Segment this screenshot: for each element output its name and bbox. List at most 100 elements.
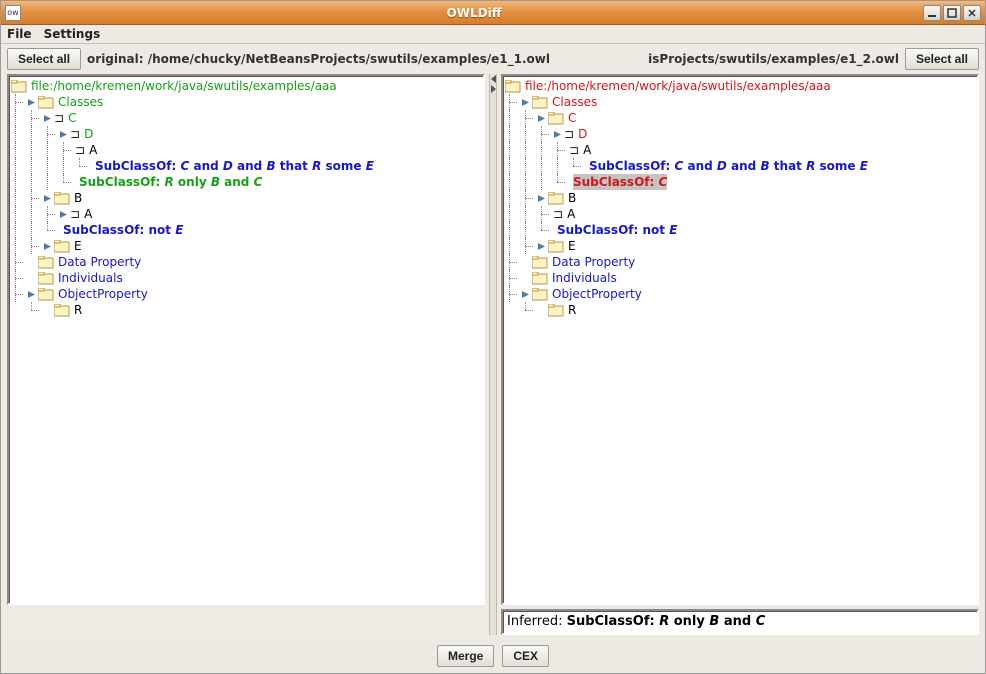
class-icon: ⊐ <box>70 206 80 222</box>
class-b-node[interactable]: B <box>505 190 975 206</box>
toggle-icon[interactable] <box>537 242 546 251</box>
axiom-text: SubClassOf: C and D and B that R some E <box>589 158 868 174</box>
collapse-left-icon[interactable] <box>491 75 496 83</box>
folder-icon <box>548 240 564 253</box>
right-pane: file:/home/kremen/work/java/swutils/exam… <box>501 74 979 635</box>
select-all-right-button[interactable]: Select all <box>905 48 979 70</box>
folder-icon <box>548 192 564 205</box>
class-icon: ⊐ <box>75 142 85 158</box>
merge-button[interactable]: Merge <box>437 645 494 667</box>
window-controls <box>923 5 981 21</box>
toggle-icon[interactable] <box>537 114 546 123</box>
class-a-node[interactable]: ⊐ A <box>11 206 481 222</box>
classes-node[interactable]: Classes <box>11 94 481 110</box>
original-path-right: isProjects/swutils/examples/e1_2.owl <box>648 52 899 66</box>
class-b-node[interactable]: B <box>11 190 481 206</box>
axiom-text: SubClassOf: not E <box>557 222 677 238</box>
individuals-node[interactable]: Individuals <box>11 270 481 286</box>
maximize-button[interactable] <box>943 5 961 21</box>
class-a-node[interactable]: ⊐ A <box>11 142 481 158</box>
folder-icon <box>38 256 54 269</box>
toggle-icon[interactable] <box>59 130 68 139</box>
tree-root[interactable]: file:/home/kremen/work/java/swutils/exam… <box>505 78 975 94</box>
menu-file[interactable]: File <box>7 27 32 41</box>
bottom-bar: Merge CEX <box>1 639 985 673</box>
menu-settings[interactable]: Settings <box>44 27 101 41</box>
toggle-icon[interactable] <box>553 130 562 139</box>
toggle-icon[interactable] <box>521 98 530 107</box>
cex-button[interactable]: CEX <box>502 645 549 667</box>
axiom-text: SubClassOf: C and D and B that R some E <box>95 158 374 174</box>
axiom-text: SubClassOf: C <box>573 174 667 190</box>
folder-icon <box>532 96 548 109</box>
select-all-left-button[interactable]: Select all <box>7 48 81 70</box>
collapse-right-icon[interactable] <box>491 85 496 93</box>
folder-icon <box>54 304 70 317</box>
axiom-row[interactable]: SubClassOf: not E <box>505 222 975 238</box>
original-path-left: original: /home/chucky/NetBeansProjects/… <box>87 52 550 66</box>
toggle-icon[interactable] <box>43 114 52 123</box>
class-c-node[interactable]: ⊐ C <box>11 110 481 126</box>
object-property-node[interactable]: ObjectProperty <box>11 286 481 302</box>
class-e-node[interactable]: E <box>505 238 975 254</box>
menubar: File Settings <box>1 25 985 44</box>
folder-icon <box>38 96 54 109</box>
folder-icon <box>505 80 521 93</box>
individuals-node[interactable]: Individuals <box>505 270 975 286</box>
class-icon: ⊐ <box>54 110 64 126</box>
axiom-text: SubClassOf: R only B and C <box>79 174 262 190</box>
data-property-node[interactable]: Data Property <box>505 254 975 270</box>
inferred-panel: Inferred: SubClassOf: R only B and C <box>501 609 979 635</box>
right-tree[interactable]: file:/home/kremen/work/java/swutils/exam… <box>501 74 979 605</box>
axiom-row-selected[interactable]: SubClassOf: C <box>505 174 975 190</box>
toggle-icon[interactable] <box>43 242 52 251</box>
class-c-node[interactable]: C <box>505 110 975 126</box>
folder-icon <box>548 304 564 317</box>
tree-root[interactable]: file:/home/kremen/work/java/swutils/exam… <box>11 78 481 94</box>
class-a-node[interactable]: ⊐ A <box>505 206 975 222</box>
folder-icon <box>54 240 70 253</box>
axiom-row[interactable]: SubClassOf: C and D and B that R some E <box>505 158 975 174</box>
class-a-node[interactable]: ⊐ A <box>505 142 975 158</box>
minimize-button[interactable] <box>923 5 941 21</box>
close-button[interactable] <box>963 5 981 21</box>
titlebar: ow OWLDiff <box>1 1 985 25</box>
folder-icon <box>532 272 548 285</box>
left-tree[interactable]: file:/home/kremen/work/java/swutils/exam… <box>7 74 485 605</box>
toggle-icon[interactable] <box>537 194 546 203</box>
axiom-row[interactable]: SubClassOf: not E <box>11 222 481 238</box>
toggle-icon[interactable] <box>59 210 68 219</box>
class-d-node[interactable]: ⊐ D <box>505 126 975 142</box>
folder-icon <box>38 272 54 285</box>
class-d-node[interactable]: ⊐ D <box>11 126 481 142</box>
axiom-text: SubClassOf: not E <box>63 222 183 238</box>
left-pane: file:/home/kremen/work/java/swutils/exam… <box>7 74 485 635</box>
class-icon: ⊐ <box>569 142 579 158</box>
toggle-icon[interactable] <box>43 194 52 203</box>
toggle-icon[interactable] <box>521 290 530 299</box>
classes-node[interactable]: Classes <box>505 94 975 110</box>
toolbar: Select all original: /home/chucky/NetBea… <box>1 44 985 74</box>
folder-icon <box>38 288 54 301</box>
object-property-r-node[interactable]: R <box>505 302 975 318</box>
split-divider[interactable] <box>489 74 497 635</box>
object-property-node[interactable]: ObjectProperty <box>505 286 975 302</box>
object-property-r-node[interactable]: R <box>11 302 481 318</box>
data-property-node[interactable]: Data Property <box>11 254 481 270</box>
class-e-node[interactable]: E <box>11 238 481 254</box>
axiom-row[interactable]: SubClassOf: R only B and C <box>11 174 481 190</box>
app-icon: ow <box>5 5 21 21</box>
folder-icon <box>532 256 548 269</box>
window-title: OWLDiff <box>25 6 923 20</box>
folder-icon <box>532 288 548 301</box>
toggle-icon[interactable] <box>27 98 36 107</box>
folder-icon <box>548 112 564 125</box>
toggle-icon[interactable] <box>27 290 36 299</box>
class-icon: ⊐ <box>564 126 574 142</box>
folder-icon <box>11 80 27 93</box>
folder-icon <box>54 192 70 205</box>
class-icon: ⊐ <box>553 206 563 222</box>
class-icon: ⊐ <box>70 126 80 142</box>
axiom-row[interactable]: SubClassOf: C and D and B that R some E <box>11 158 481 174</box>
split-container: file:/home/kremen/work/java/swutils/exam… <box>1 74 985 639</box>
